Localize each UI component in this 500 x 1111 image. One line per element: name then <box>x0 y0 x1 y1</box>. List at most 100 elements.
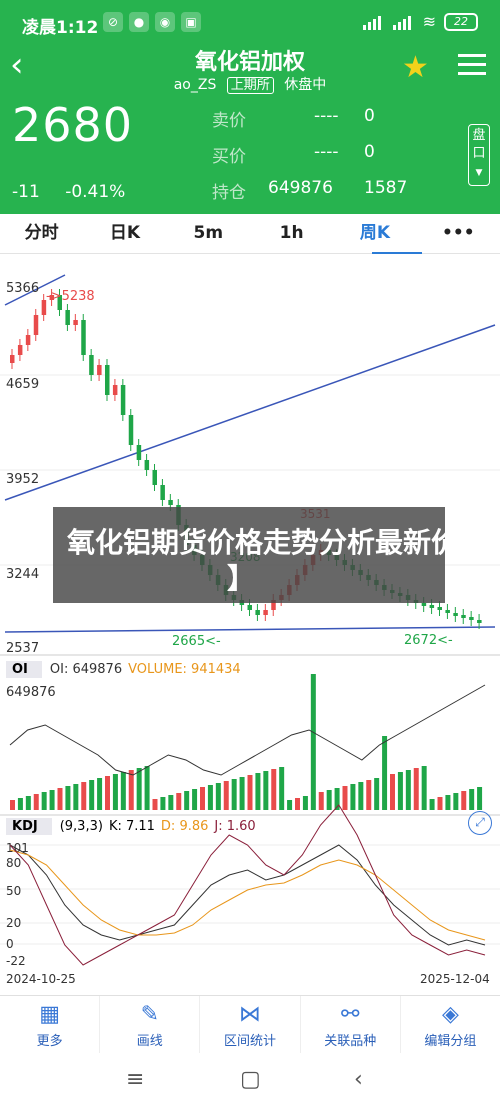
candle-body <box>105 365 110 395</box>
sell-volume: 0 <box>364 106 375 126</box>
candle-body <box>263 610 268 615</box>
candle-body <box>469 617 474 620</box>
candle-body <box>120 385 126 415</box>
tab-5m[interactable]: 5m <box>167 214 250 253</box>
change-percent: -0.41% <box>65 182 126 202</box>
volume-bar <box>200 787 205 810</box>
candle-body <box>144 460 150 470</box>
home-icon[interactable]: ▢ <box>240 1067 261 1092</box>
volume-bar <box>310 674 316 810</box>
draw-line-button[interactable]: ✎ 画线 <box>100 996 201 1053</box>
volume-bar <box>469 789 475 810</box>
kdj-axis-0: 0 <box>6 937 14 951</box>
more-button[interactable]: ▦ 更多 <box>0 996 101 1053</box>
volume-bar <box>366 780 372 810</box>
volume-bar <box>390 774 395 810</box>
volume-bar <box>10 800 15 810</box>
tab-more[interactable]: ••• <box>417 214 500 253</box>
candle-body <box>112 385 118 395</box>
kdj-axis-minus22: -22 <box>6 954 26 968</box>
volume-bar <box>247 775 253 810</box>
volume-bar <box>382 736 388 810</box>
fullscreen-icon[interactable]: ⤢ <box>468 811 492 835</box>
period-tabs: 分时 日K 5m 1h 周K ••• <box>0 214 500 254</box>
change-value: -11 <box>12 182 40 202</box>
candle-body <box>429 605 435 608</box>
status-time: 凌晨1:12 <box>22 18 99 38</box>
kdj-axis-20: 20 <box>6 916 21 930</box>
volume-bar <box>445 795 451 810</box>
overlay-line-2: 】 <box>227 562 256 595</box>
candle-body <box>445 610 450 613</box>
low-annotation-2: 2672<- <box>404 633 453 648</box>
candle-body <box>81 320 86 355</box>
favorite-star-icon[interactable]: ★ <box>402 50 429 85</box>
weibo-icon: ◉ <box>155 12 175 32</box>
overlay-line-1: 氧化铝期货价格走势分析最新价目表 <box>67 526 500 559</box>
candle-body <box>461 615 466 618</box>
instrument-code: ao_ZS <box>173 77 217 93</box>
oi-change: 1587 <box>364 178 408 198</box>
tab-daily[interactable]: 日K <box>83 214 166 253</box>
volume-bar <box>350 784 356 810</box>
candle-body <box>10 355 15 363</box>
volume-bar <box>81 782 87 810</box>
volume-bar <box>215 783 221 810</box>
candle-body <box>421 603 427 606</box>
candle-body <box>17 345 23 355</box>
volume-bar <box>89 780 95 810</box>
candle-body <box>25 335 31 345</box>
tab-weekly[interactable]: 周K <box>333 214 416 253</box>
chart-area[interactable]: 5366 4659 3952 3244 2537 ->5238 3531 320… <box>0 255 500 995</box>
system-nav-bar: ≡ ▢ ‹ <box>0 1053 500 1111</box>
kdj-k-line <box>9 844 486 946</box>
oi-value-label: OI: 649876 <box>49 661 123 677</box>
notification-icons: ⊘ ● ◉ ▣ <box>103 12 201 32</box>
candle-body <box>128 415 134 445</box>
kdj-axis-80: 80 <box>6 856 21 870</box>
oi-label: 持仓 <box>212 183 246 203</box>
candle-body <box>255 610 260 615</box>
candle-body <box>89 355 94 375</box>
related-label: 关联品种 <box>324 1034 377 1049</box>
date-end: 2025-12-04 <box>420 972 490 986</box>
candle-body <box>65 310 70 325</box>
nav-back-icon[interactable]: ‹ <box>354 1067 363 1092</box>
order-book-tab[interactable]: 盘口 ▼ <box>468 124 490 186</box>
volume-bar <box>271 769 277 810</box>
volume-bar <box>263 771 269 810</box>
order-book-label: 盘口 <box>472 128 486 161</box>
range-stats-button[interactable]: ⋈ 区间统计 <box>200 996 301 1053</box>
price-label-2537: 2537 <box>6 641 39 656</box>
menu-icon[interactable] <box>458 54 486 81</box>
oi-value: 649876 <box>268 178 333 198</box>
related-button[interactable]: ⚯ 关联品种 <box>301 996 401 1053</box>
oi-line <box>9 684 486 776</box>
volume-bar <box>421 766 427 810</box>
candle-body <box>33 315 39 335</box>
app-icon: ▣ <box>181 12 201 32</box>
oi-indicator-chip[interactable]: OI <box>6 660 42 678</box>
oi-axis-label: 649876 <box>6 685 56 700</box>
volume-value-label: VOLUME: 941434 <box>128 661 241 677</box>
tab-1h[interactable]: 1h <box>250 214 333 253</box>
tab-intraday[interactable]: 分时 <box>0 214 83 253</box>
volume-bar <box>41 792 47 810</box>
edit-group-button[interactable]: ◈ 编辑分组 <box>401 996 500 1053</box>
volume-bar <box>358 782 364 810</box>
recent-apps-icon[interactable]: ≡ <box>126 1067 144 1092</box>
last-price: 2680 <box>12 98 134 152</box>
volume-bar <box>207 785 213 810</box>
volume-bar <box>477 787 483 810</box>
kdj-indicator-chip[interactable]: KDJ <box>6 817 52 835</box>
kdj-d-value: D: 9.86 <box>160 818 209 834</box>
overlay-banner: 氧化铝期货价格走势分析最新价目表 】 <box>53 507 500 603</box>
volume-bar <box>112 774 118 810</box>
volume-bar <box>255 773 261 810</box>
volume-bar <box>413 768 419 810</box>
sell-label: 卖价 <box>212 111 246 131</box>
volume-bar <box>318 792 324 810</box>
candle-body <box>168 500 173 505</box>
price-label-3244: 3244 <box>6 567 39 582</box>
volume-bar <box>49 790 55 810</box>
